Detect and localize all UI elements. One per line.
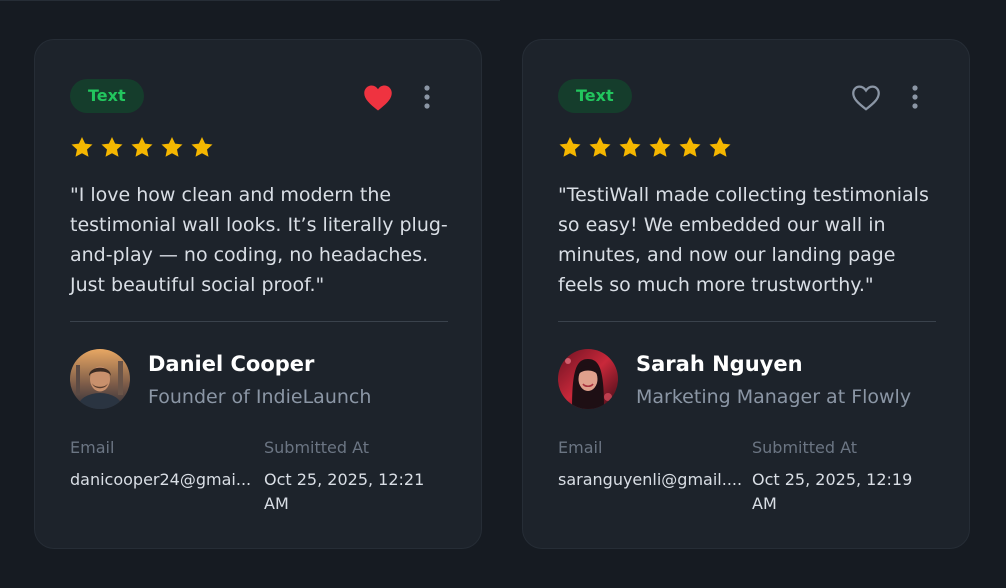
heart-filled-icon[interactable] (363, 84, 393, 112)
star-icon (131, 137, 153, 157)
star-icon (101, 137, 123, 157)
more-options-icon[interactable] (420, 84, 434, 110)
star-icon (161, 137, 183, 157)
star-icon (589, 137, 611, 157)
email-label: Email (558, 438, 603, 457)
divider (70, 321, 448, 322)
star-icon (191, 137, 213, 157)
submitted-at-value: Oct 25, 2025, 12:19 AM (752, 470, 913, 513)
star-icon (649, 137, 671, 157)
avatar (558, 349, 618, 409)
author-name: Sarah Nguyen (636, 352, 803, 376)
submitted-at-label: Submitted At (752, 438, 858, 457)
testimonial-card: Text "TestiWall made collecting testimon… (522, 39, 970, 549)
author-role: Marketing Manager at Flowly (636, 386, 912, 408)
author-name: Daniel Cooper (148, 352, 315, 376)
star-icon (709, 137, 731, 157)
submitted-at-value: Oct 25, 2025, 12:21 AM (264, 470, 425, 513)
more-options-icon[interactable] (908, 84, 922, 110)
email-value: danicooper24@gmai... (70, 470, 252, 489)
star-icon (71, 137, 93, 157)
star-icon (679, 137, 701, 157)
email-value: saranguyenli@gmail.... (558, 470, 743, 489)
testimonial-quote: "I love how clean and modern the testimo… (70, 184, 448, 296)
type-badge: Text (558, 79, 632, 113)
testimonial-card: Text "I love how clean and modern the te… (34, 39, 482, 549)
heart-outline-icon[interactable] (851, 84, 881, 112)
star-rating (558, 136, 732, 159)
submitted-at-label: Submitted At (264, 438, 370, 457)
avatar (70, 349, 130, 409)
author-role: Founder of IndieLaunch (148, 386, 372, 408)
email-label: Email (70, 438, 115, 457)
star-rating (70, 136, 214, 159)
divider (558, 321, 936, 322)
testimonial-quote: "TestiWall made collecting testimonials … (558, 184, 929, 296)
star-icon (559, 137, 581, 157)
star-icon (619, 137, 641, 157)
type-badge: Text (70, 79, 144, 113)
top-divider (0, 0, 500, 1)
